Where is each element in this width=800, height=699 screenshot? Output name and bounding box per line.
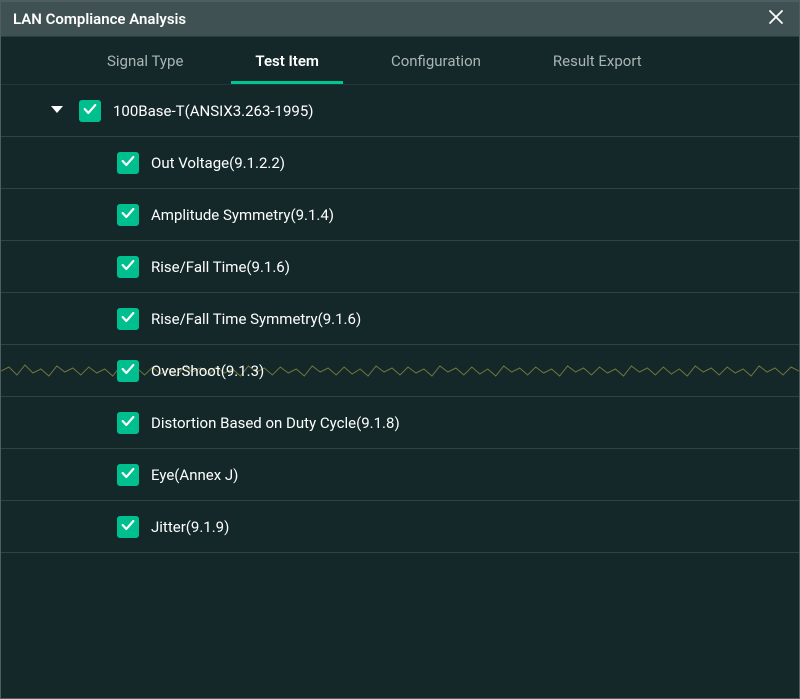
tree-parent-row[interactable]: 100Base-T(ANSIX3.263-1995) <box>1 85 799 137</box>
tab-label: Signal Type <box>107 52 183 70</box>
tab-label: Result Export <box>553 52 642 70</box>
checkbox[interactable] <box>117 360 139 382</box>
tree-child-row[interactable]: Rise/Fall Time(9.1.6) <box>1 241 799 293</box>
checkbox[interactable] <box>117 464 139 486</box>
checkmark-icon <box>120 413 136 433</box>
checkbox[interactable] <box>117 516 139 538</box>
tree-child-row[interactable]: Distortion Based on Duty Cycle(9.1.8) <box>1 397 799 449</box>
row-label: Rise/Fall Time(9.1.6) <box>151 258 290 276</box>
tab-signal-type[interactable]: Signal Type <box>71 37 219 84</box>
test-item-list: 100Base-T(ANSIX3.263-1995) Out Voltage(9… <box>1 85 799 698</box>
tab-result-export[interactable]: Result Export <box>517 37 678 84</box>
row-label: Out Voltage(9.1.2.2) <box>151 154 285 172</box>
tree-child-row[interactable]: Eye(Annex J) <box>1 449 799 501</box>
row-label: Eye(Annex J) <box>151 466 238 484</box>
row-label: OverShoot(9.1.3) <box>151 362 264 380</box>
tabs-leading-spacer <box>1 37 71 84</box>
tab-label: Test Item <box>255 52 319 70</box>
checkbox[interactable] <box>117 412 139 434</box>
tree-child-row[interactable]: Amplitude Symmetry(9.1.4) <box>1 189 799 241</box>
chevron-down-icon <box>50 101 64 120</box>
tree-child-row[interactable]: OverShoot(9.1.3) <box>1 345 799 397</box>
window: LAN Compliance Analysis Signal Type Test… <box>0 0 800 699</box>
expand-toggle[interactable] <box>45 99 69 123</box>
row-label: Distortion Based on Duty Cycle(9.1.8) <box>151 414 400 432</box>
tab-configuration[interactable]: Configuration <box>355 37 517 84</box>
checkmark-icon <box>120 205 136 225</box>
row-label: Amplitude Symmetry(9.1.4) <box>151 206 334 224</box>
titlebar: LAN Compliance Analysis <box>1 1 799 37</box>
row-label: Rise/Fall Time Symmetry(9.1.6) <box>151 310 361 328</box>
checkmark-icon <box>120 361 136 381</box>
checkbox[interactable] <box>117 204 139 226</box>
tab-bar: Signal Type Test Item Configuration Resu… <box>1 37 799 85</box>
close-icon <box>767 8 785 30</box>
checkbox[interactable] <box>117 256 139 278</box>
close-button[interactable] <box>763 6 789 32</box>
checkbox[interactable] <box>117 152 139 174</box>
checkmark-icon <box>120 257 136 277</box>
checkmark-icon <box>120 465 136 485</box>
tree-child-row[interactable]: Rise/Fall Time Symmetry(9.1.6) <box>1 293 799 345</box>
tree-child-row[interactable]: Jitter(9.1.9) <box>1 501 799 553</box>
tab-label: Configuration <box>391 52 481 70</box>
tab-test-item[interactable]: Test Item <box>219 37 355 84</box>
checkmark-icon <box>82 101 98 121</box>
window-title: LAN Compliance Analysis <box>13 10 763 28</box>
row-label: Jitter(9.1.9) <box>151 518 229 536</box>
tree-child-row[interactable]: Out Voltage(9.1.2.2) <box>1 137 799 189</box>
checkmark-icon <box>120 309 136 329</box>
row-label: 100Base-T(ANSIX3.263-1995) <box>113 102 314 120</box>
checkmark-icon <box>120 517 136 537</box>
checkbox[interactable] <box>79 100 101 122</box>
checkmark-icon <box>120 153 136 173</box>
checkbox[interactable] <box>117 308 139 330</box>
